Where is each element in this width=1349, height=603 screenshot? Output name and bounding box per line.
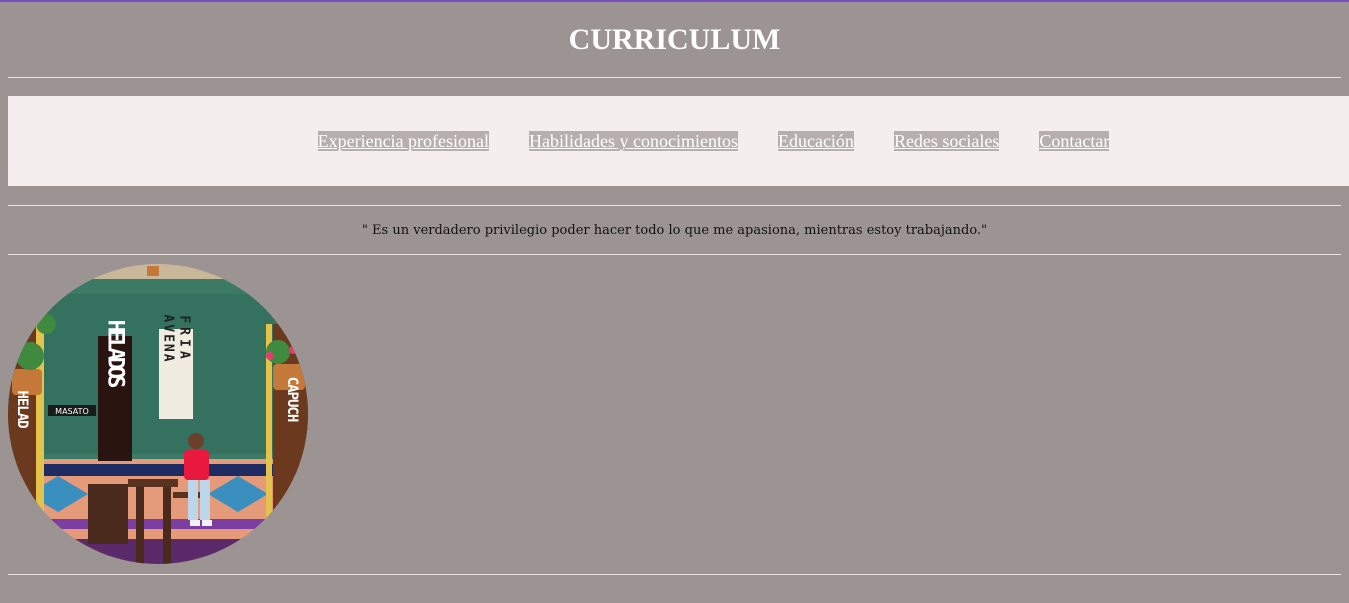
main-navigation: Experiencia profesional Habilidades y co… (8, 96, 1349, 186)
quote-top-divider (8, 205, 1341, 206)
sign-capuch: CAPUCH (284, 377, 300, 422)
nav-link-contactar[interactable]: Contactar (1039, 131, 1110, 151)
profile-photo: HELADOS AVENA FRIA MASATO HELAD CAPUCH (8, 264, 308, 564)
sign-avena: AVENA (161, 314, 176, 363)
bottom-divider (8, 574, 1341, 575)
sign-helados: HELADOS (103, 320, 128, 387)
quote-bottom-divider (8, 254, 1341, 255)
nav-link-habilidades[interactable]: Habilidades y conocimientos (529, 131, 738, 151)
nav-link-experiencia[interactable]: Experiencia profesional (317, 131, 490, 151)
nav-list: Experiencia profesional Habilidades y co… (8, 131, 1349, 151)
sign-fria: FRIA (177, 315, 192, 362)
quote-text: " Es un verdadero privilegio poder hacer… (361, 223, 988, 238)
page-title: CURRICULUM (568, 23, 781, 56)
sign-masato: MASATO (55, 407, 89, 416)
nav-link-educacion[interactable]: Educación (777, 131, 854, 151)
nav-link-redes-sociales[interactable]: Redes sociales (893, 131, 1000, 151)
sign-helado-left: HELAD (14, 390, 30, 428)
top-divider (8, 77, 1341, 78)
